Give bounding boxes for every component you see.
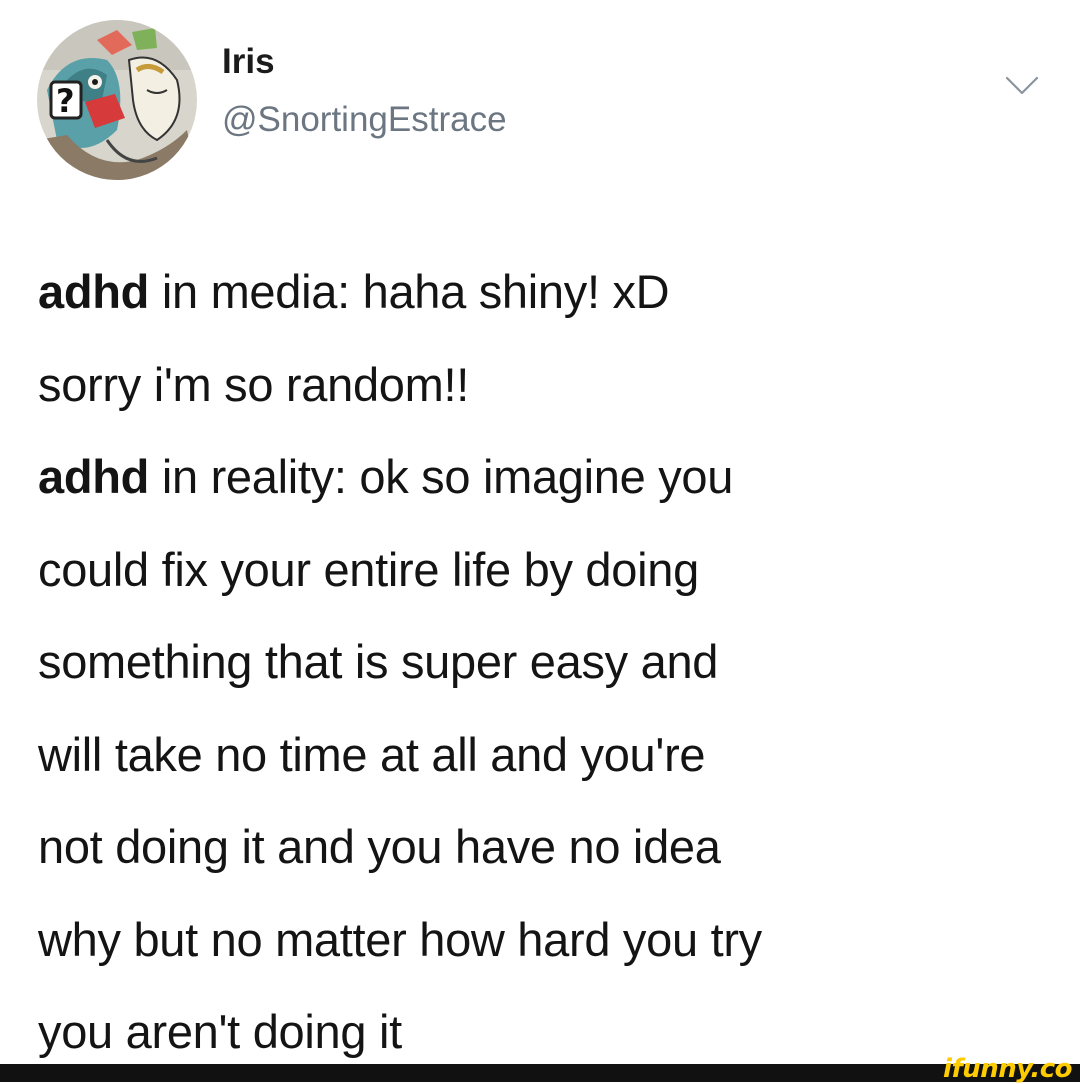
svg-text:?: ? <box>56 82 75 120</box>
tweet-text-line: sorry i'm so random!! <box>38 339 1058 432</box>
tweet-card: ? Iris @SnortingEstrace adhd in media: h… <box>0 0 1080 1064</box>
tweet-text-span: sorry i'm so random!! <box>38 357 469 411</box>
tweet-text-line: something that is super easy and <box>38 616 1058 709</box>
tweet-text-line: why but no matter how hard you try <box>38 894 1058 987</box>
user-handle[interactable]: @SnortingEstrace <box>222 98 507 142</box>
tweet-text-span: in media: haha shiny! xD <box>149 265 670 318</box>
avatar-illustration: ? <box>37 20 197 180</box>
tweet-text-line: not doing it and you have no idea <box>38 801 1058 894</box>
avatar[interactable]: ? <box>37 20 197 180</box>
tweet-text-line: could fix your entire life by doing <box>38 524 1058 617</box>
tweet-text-span: will take no time at all and you're <box>38 727 706 781</box>
tweet-text-line: adhd in reality: ok so imagine you <box>38 431 1058 524</box>
tweet-text-span: why but no matter how hard you try <box>38 912 762 966</box>
chevron-down-icon[interactable] <box>1004 74 1040 98</box>
tweet-text-bold: adhd <box>38 265 150 318</box>
tweet-text-line: adhd in media: haha shiny! xD <box>38 246 1058 339</box>
tweet-text-span: something that is super easy and <box>38 635 719 688</box>
tweet-text-span: not doing it and you have no idea <box>38 820 721 873</box>
tweet-text: adhd in media: haha shiny! xD sorry i'm … <box>38 246 1058 1079</box>
ifunny-watermark: ifunny.co <box>943 1054 1072 1084</box>
tweet-text-span: you aren't doing it <box>38 1005 402 1058</box>
display-name[interactable]: Iris <box>222 40 275 84</box>
tweet-text-line: will take no time at all and you're <box>38 709 1058 802</box>
footer-bar: ifunny.co <box>0 1054 1080 1084</box>
tweet-text-span: in reality: ok so imagine you <box>149 450 734 503</box>
tweet-text-span: could fix your entire life by doing <box>38 542 699 596</box>
tweet-text-bold: adhd <box>38 450 150 503</box>
